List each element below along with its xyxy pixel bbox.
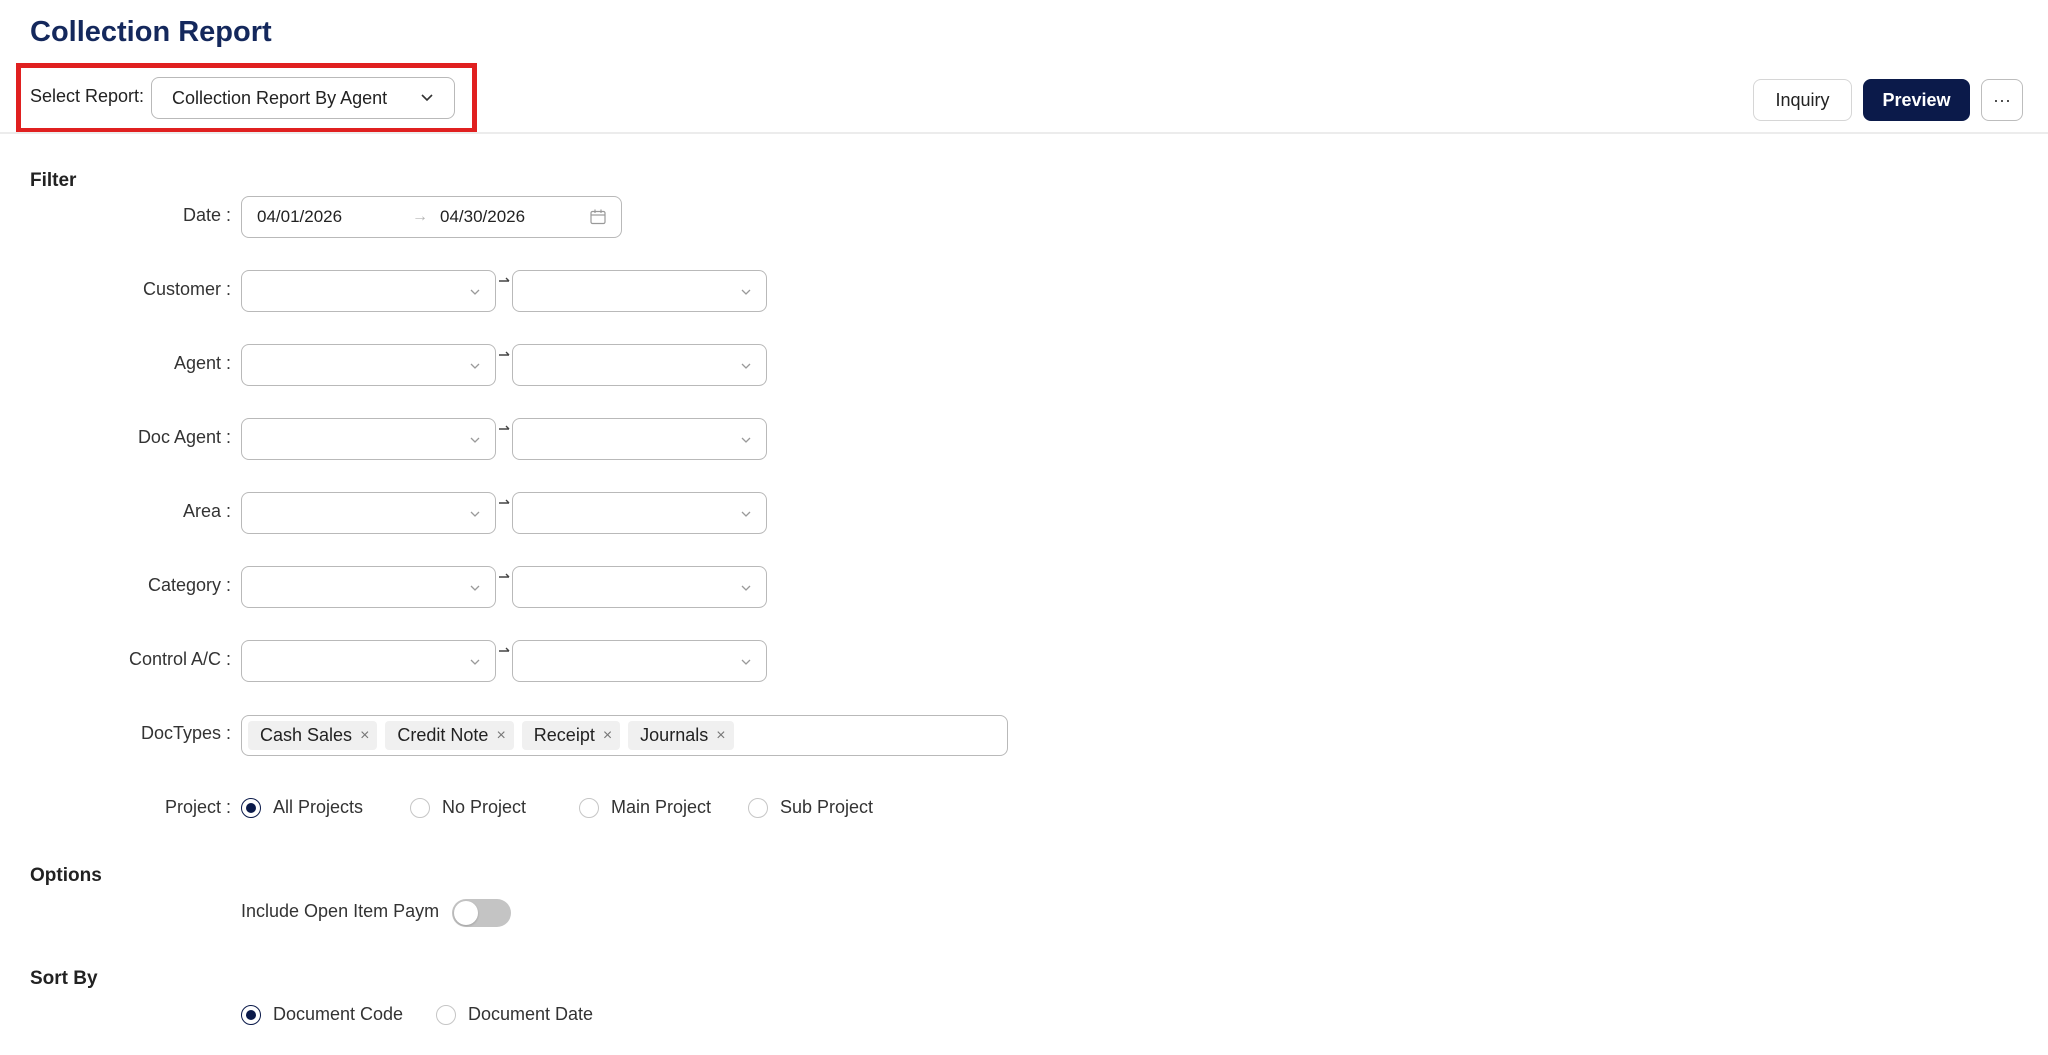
inquiry-button[interactable]: Inquiry — [1753, 79, 1852, 121]
preview-button[interactable]: Preview — [1863, 79, 1970, 121]
agent-to-select[interactable] — [512, 344, 767, 386]
chevron-down-icon — [470, 437, 480, 443]
doctype-tag-label: Cash Sales — [260, 725, 353, 745]
range-arrow-icon — [499, 499, 510, 504]
date-range-picker[interactable]: 04/01/2026 → 04/30/2026 — [241, 196, 622, 238]
page-title: Collection Report — [30, 16, 272, 48]
sort-option-label: Document Date — [468, 1004, 594, 1024]
select-report-value: Collection Report By Agent — [172, 87, 388, 108]
range-arrow-icon — [499, 351, 510, 356]
customer-to-select[interactable] — [512, 270, 767, 312]
select-report-dropdown[interactable]: Collection Report By Agent — [151, 77, 455, 119]
chevron-down-icon — [470, 585, 480, 591]
radio-icon — [410, 797, 430, 818]
date-label: Date : — [182, 205, 231, 225]
date-range-arrow: → — [412, 208, 428, 225]
chevron-down-icon — [470, 511, 480, 517]
radio-icon — [436, 1004, 456, 1025]
project-option-label: No Project — [442, 797, 527, 817]
project-option-all[interactable]: All Projects — [241, 797, 363, 818]
project-option-label: All Projects — [273, 797, 364, 817]
include-open-item-toggle[interactable] — [452, 899, 511, 927]
toggle-knob — [454, 901, 478, 925]
remove-tag-icon[interactable]: × — [360, 727, 369, 745]
chevron-down-icon — [741, 585, 751, 591]
doctype-tag: Receipt × — [521, 721, 621, 750]
remove-tag-icon[interactable]: × — [496, 727, 505, 745]
range-arrow-icon — [499, 425, 510, 430]
docagent-label: Doc Agent : — [137, 427, 231, 447]
chevron-down-icon — [741, 511, 751, 517]
sort-option-label: Document Code — [273, 1004, 404, 1024]
chevron-down-icon — [741, 659, 751, 665]
agent-label: Agent : — [173, 353, 231, 373]
chevron-down-icon — [741, 363, 751, 369]
calendar-icon[interactable] — [589, 208, 607, 226]
sort-by-section-title: Sort By — [30, 968, 98, 989]
area-to-select[interactable] — [512, 492, 767, 534]
project-option-main[interactable]: Main Project — [579, 797, 711, 818]
header-divider — [0, 132, 2048, 134]
chevron-down-icon — [470, 363, 480, 369]
doctype-tag-label: Journals — [640, 725, 709, 745]
sort-option-document-date[interactable]: Document Date — [436, 1004, 593, 1025]
more-options-button[interactable]: ··· — [1981, 79, 2023, 121]
chevron-down-icon — [421, 94, 433, 102]
customer-from-select[interactable] — [241, 270, 496, 312]
more-icon: ··· — [1993, 89, 2011, 110]
project-option-label: Main Project — [611, 797, 712, 817]
select-report-label: Select Report: — [30, 86, 145, 106]
range-arrow-icon — [499, 647, 510, 652]
remove-tag-icon[interactable]: × — [603, 727, 612, 745]
radio-icon — [748, 797, 768, 818]
doctype-tag: Cash Sales × — [248, 721, 378, 750]
options-section-title: Options — [30, 865, 102, 886]
chevron-down-icon — [470, 659, 480, 665]
controlac-label: Control A/C : — [128, 649, 231, 669]
sort-option-document-code[interactable]: Document Code — [241, 1004, 403, 1025]
category-to-select[interactable] — [512, 566, 767, 608]
docagent-to-select[interactable] — [512, 418, 767, 460]
project-option-sub[interactable]: Sub Project — [748, 797, 873, 818]
doctype-tag-label: Receipt — [533, 725, 595, 745]
doctype-tag-label: Credit Note — [397, 725, 489, 745]
chevron-down-icon — [741, 437, 751, 443]
chevron-down-icon — [741, 289, 751, 295]
area-from-select[interactable] — [241, 492, 496, 534]
remove-tag-icon[interactable]: × — [716, 727, 725, 745]
area-label: Area : — [182, 501, 231, 521]
radio-selected-icon — [241, 1004, 261, 1025]
docagent-from-select[interactable] — [241, 418, 496, 460]
project-option-none[interactable]: No Project — [410, 797, 526, 818]
range-arrow-icon — [499, 277, 510, 282]
doctype-tag: Credit Note × — [385, 721, 514, 750]
doctypes-multiselect[interactable]: Cash Sales × Credit Note × Receipt × Journa… — [241, 715, 1008, 756]
agent-from-select[interactable] — [241, 344, 496, 386]
doctype-tag: Journals × — [628, 721, 734, 750]
project-option-label: Sub Project — [780, 797, 874, 817]
project-label: Project : — [164, 797, 231, 817]
category-from-select[interactable] — [241, 566, 496, 608]
chevron-down-icon — [470, 289, 480, 295]
radio-selected-icon — [241, 797, 261, 818]
date-from-value[interactable]: 04/01/2026 — [257, 207, 342, 227]
include-open-item-label: Include Open Item Paym — [241, 901, 440, 921]
range-arrow-icon — [499, 573, 510, 578]
category-label: Category : — [147, 575, 231, 595]
date-to-value[interactable]: 04/30/2026 — [440, 207, 525, 227]
controlac-from-select[interactable] — [241, 640, 496, 682]
filter-section-title: Filter — [30, 170, 77, 191]
doctypes-label: DocTypes : — [140, 723, 231, 743]
customer-label: Customer : — [142, 279, 231, 299]
radio-icon — [579, 797, 599, 818]
controlac-to-select[interactable] — [512, 640, 767, 682]
